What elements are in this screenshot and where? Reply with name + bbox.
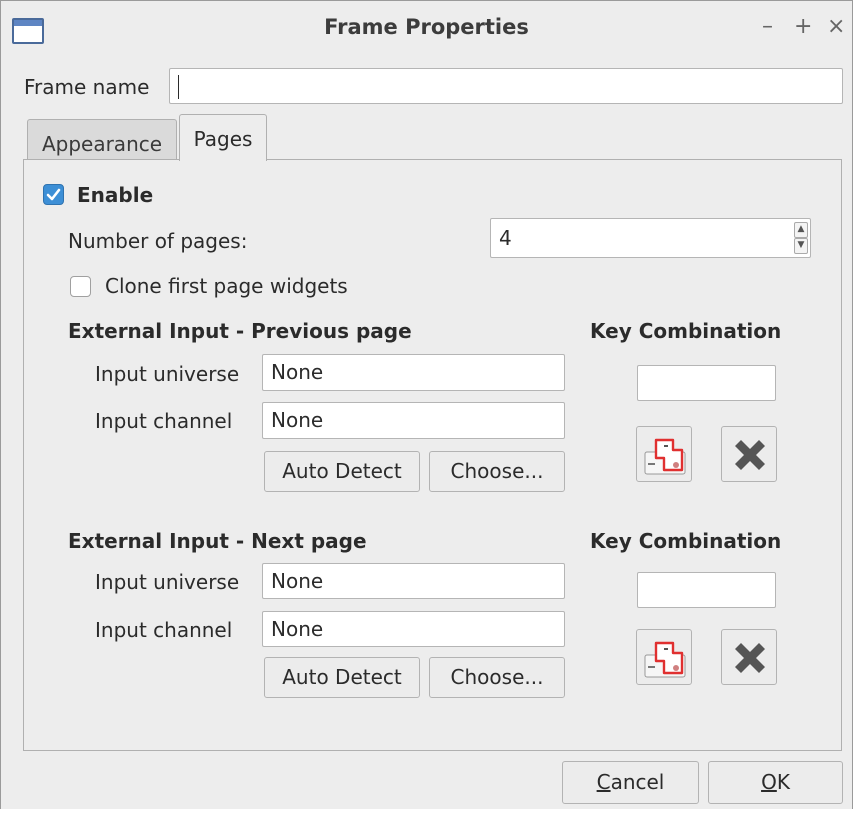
maximize-button[interactable]: + (794, 14, 812, 39)
key-remove-icon (735, 643, 765, 673)
previous-key-combination-heading: Key Combination (590, 319, 782, 343)
text-caret (178, 75, 179, 99)
frame-properties-dialog: Frame Properties – + × Frame name Appear… (0, 0, 853, 809)
spin-up-icon[interactable]: ▲ (794, 222, 808, 238)
previous-choose-button[interactable]: Choose... (429, 451, 565, 492)
minimize-button[interactable]: – (762, 14, 773, 39)
previous-input-channel-field[interactable]: None (262, 402, 565, 439)
title-bar: Frame Properties – + × (1, 1, 852, 59)
window-title: Frame Properties (324, 15, 529, 39)
key-remove-icon (735, 440, 765, 470)
previous-input-universe-label: Input universe (95, 362, 240, 386)
previous-key-combination-field[interactable] (637, 365, 776, 401)
next-input-channel-field[interactable]: None (262, 611, 565, 647)
cancel-button[interactable]: Cancel (562, 761, 699, 804)
previous-input-universe-field[interactable]: None (262, 354, 565, 391)
tab-appearance[interactable]: Appearance (27, 119, 177, 160)
clone-widgets-label: Clone first page widgets (105, 274, 348, 298)
clone-widgets-checkbox[interactable] (70, 276, 91, 297)
enable-checkbox[interactable] (43, 184, 64, 205)
next-key-combination-heading: Key Combination (590, 529, 782, 553)
next-key-combination-field[interactable] (637, 572, 776, 608)
next-input-universe-label: Input universe (95, 570, 240, 594)
previous-remove-key-button[interactable] (721, 426, 777, 482)
enable-label: Enable (77, 183, 154, 207)
next-page-heading: External Input - Next page (68, 529, 367, 553)
key-attach-icon (644, 438, 686, 475)
previous-attach-key-button[interactable] (636, 426, 692, 482)
previous-input-channel-label: Input channel (95, 409, 233, 433)
window-bottom-strip (0, 809, 853, 823)
number-of-pages-spinbox[interactable]: 4 ▲ ▼ (490, 218, 811, 258)
next-input-channel-label: Input channel (95, 618, 233, 642)
previous-auto-detect-button[interactable]: Auto Detect (264, 451, 420, 492)
frame-name-input[interactable] (169, 68, 843, 104)
tab-pages[interactable]: Pages (179, 114, 267, 161)
number-of-pages-label: Number of pages: (68, 229, 248, 253)
ok-button[interactable]: OK (708, 761, 843, 804)
next-auto-detect-button[interactable]: Auto Detect (264, 657, 420, 698)
key-attach-icon (644, 641, 686, 678)
frame-name-label: Frame name (24, 75, 150, 99)
next-remove-key-button[interactable] (721, 629, 777, 685)
close-button[interactable]: × (827, 14, 845, 39)
spin-down-icon[interactable]: ▼ (794, 238, 808, 254)
next-choose-button[interactable]: Choose... (429, 657, 565, 698)
previous-page-heading: External Input - Previous page (68, 319, 412, 343)
next-input-universe-field[interactable]: None (262, 563, 565, 599)
next-attach-key-button[interactable] (636, 629, 692, 685)
